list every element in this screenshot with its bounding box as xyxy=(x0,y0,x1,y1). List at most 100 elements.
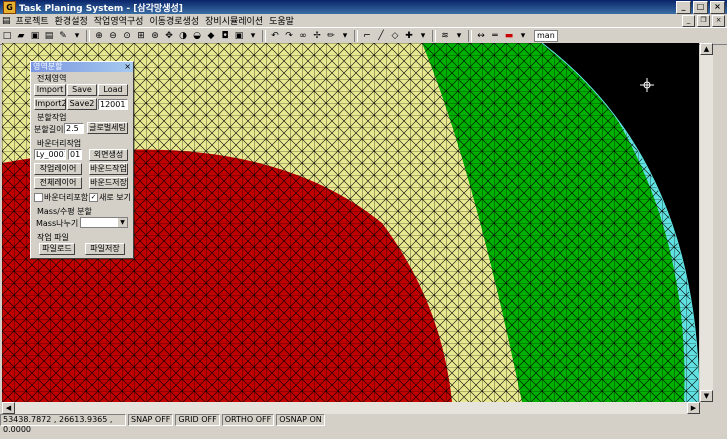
menu-project[interactable]: 프로젝트 xyxy=(13,14,52,27)
snap-toggle[interactable]: SNAP OFF xyxy=(128,414,174,426)
menu-workspace[interactable]: 작업영역구성 xyxy=(91,14,147,27)
mdi-close-button[interactable]: × xyxy=(712,15,725,27)
panel-close-icon[interactable]: × xyxy=(124,62,131,72)
panel-title: 영역분할 xyxy=(33,62,63,71)
section-total-label: 전체영역 xyxy=(37,74,67,83)
id-field[interactable]: 12001 xyxy=(98,99,128,110)
section-file-label: 작업 파일 xyxy=(37,233,69,242)
zoom-in-icon[interactable]: ⊕ xyxy=(93,30,105,42)
zoom-out-icon[interactable]: ⊖ xyxy=(107,30,119,42)
save2-button[interactable]: Save2 xyxy=(67,98,97,110)
boundary-include-label: 바운더리포함 xyxy=(44,193,89,202)
title-bar: G Task Planing System - [삼각망생성] _ □ × xyxy=(0,0,727,14)
pen-icon[interactable]: ✎ xyxy=(57,30,69,42)
box-icon[interactable]: ▣ xyxy=(233,30,245,42)
layer-number-input[interactable]: 01 xyxy=(68,149,82,160)
crosshair-cursor xyxy=(640,78,654,92)
split-length-input[interactable]: 2.5 xyxy=(64,123,84,134)
work-layer-button[interactable]: 작업레이어 xyxy=(34,163,82,175)
grid-toggle[interactable]: GRID OFF xyxy=(175,414,220,426)
undo-icon[interactable]: ↶ xyxy=(269,30,281,42)
layer-icon[interactable]: ≋ xyxy=(439,30,451,42)
doc-icon[interactable]: ▤ xyxy=(0,16,13,26)
scroll-up-icon[interactable]: ▲ xyxy=(700,43,713,55)
maximize-button[interactable]: □ xyxy=(693,1,708,14)
section-split-label: 분할작업 xyxy=(37,113,67,122)
mass-split-label: Mass나누기 xyxy=(36,219,79,228)
osnap-toggle[interactable]: OSNAP ON xyxy=(276,414,325,426)
menu-path[interactable]: 이동경로생성 xyxy=(146,14,202,27)
mdi-restore-button[interactable]: ❐ xyxy=(697,15,710,27)
face-create-button[interactable]: 외면생성 xyxy=(89,149,128,161)
line-icon[interactable]: ╱ xyxy=(375,30,387,42)
pencil-icon[interactable]: ✏ xyxy=(325,30,337,42)
vertical-scrollbar[interactable]: ▲ ▼ xyxy=(700,43,713,402)
man-button[interactable]: man xyxy=(534,30,558,42)
menu-help[interactable]: 도움말 xyxy=(266,14,297,27)
dropdown2-icon[interactable]: ▾ xyxy=(247,30,259,42)
region-split-panel: 영역분할 × 전체영역 Import Save Load Import2 Sav… xyxy=(30,61,134,259)
link-icon[interactable]: ∞ xyxy=(297,30,309,42)
cube-icon[interactable]: ◘ xyxy=(219,30,231,42)
shade-icon[interactable]: ◒ xyxy=(191,30,203,42)
dropdown4-icon[interactable]: ▾ xyxy=(417,30,429,42)
redo-icon[interactable]: ↷ xyxy=(283,30,295,42)
minimize-button[interactable]: _ xyxy=(676,1,691,14)
zoom-all-icon[interactable]: ⊛ xyxy=(149,30,161,42)
boundary-work-button[interactable]: 바운드작업 xyxy=(89,163,128,175)
polyline-icon[interactable]: ⌐ xyxy=(361,30,373,42)
new-view-checkbox[interactable]: ✓ xyxy=(89,193,98,202)
menu-bar: ▤ 프로젝트 환경설정 작업영역구성 이동경로생성 장비시뮬레이션 도움말 _ … xyxy=(0,14,727,27)
move-icon[interactable]: ✢ xyxy=(311,30,323,42)
load-button[interactable]: Load xyxy=(98,84,128,96)
pan-icon[interactable]: ✥ xyxy=(163,30,175,42)
import2-button[interactable]: Import2 xyxy=(34,98,67,110)
section-mass-label: Mass/수평 분할 xyxy=(37,207,92,216)
new-file-icon[interactable]: □ xyxy=(1,30,13,42)
cross-icon[interactable]: ✚ xyxy=(403,30,415,42)
horizontal-scrollbar[interactable]: ◀ ▶ xyxy=(2,402,700,414)
boundary-save-button[interactable]: 바운드저장 xyxy=(89,177,128,189)
menu-simulation[interactable]: 장비시뮬레이션 xyxy=(202,14,266,27)
total-layer-button[interactable]: 전체레이어 xyxy=(34,177,82,189)
mass-split-select[interactable]: ▼ xyxy=(80,217,128,228)
status-bar: 53438.7872 , 26613.9365 , 0.0000 SNAP OF… xyxy=(0,414,727,434)
scroll-left-icon[interactable]: ◀ xyxy=(2,402,15,414)
dropdown-icon[interactable]: ▾ xyxy=(71,30,83,42)
scroll-down-icon[interactable]: ▼ xyxy=(700,390,713,402)
scroll-right-icon[interactable]: ▶ xyxy=(687,402,700,414)
new-view-label: 새로 보기 xyxy=(99,193,131,202)
chevron-down-icon[interactable]: ▼ xyxy=(118,218,127,227)
dropdown5-icon[interactable]: ▾ xyxy=(453,30,465,42)
app-icon: G xyxy=(3,0,16,14)
print-icon[interactable]: ▤ xyxy=(43,30,55,42)
layer-name-input[interactable]: Ly_0001 xyxy=(34,149,66,160)
window-title: Task Planing System - [삼각망생성] xyxy=(19,3,183,14)
boundary-include-checkbox[interactable] xyxy=(34,193,43,202)
dimension-icon[interactable]: ↔ xyxy=(475,30,487,42)
panel-title-bar[interactable]: 영역분할 × xyxy=(31,62,133,72)
zoom-window-icon[interactable]: ⊙ xyxy=(121,30,133,42)
global-settings-button[interactable]: 글로벌세팅 xyxy=(87,122,128,134)
coordinate-readout: 53438.7872 , 26613.9365 , 0.0000 xyxy=(0,414,126,434)
mdi-minimize-button[interactable]: _ xyxy=(682,15,695,27)
close-button[interactable]: × xyxy=(710,1,725,14)
save-button[interactable]: Save xyxy=(67,84,97,96)
file-save-button[interactable]: 파일저장 xyxy=(85,243,125,255)
measure-icon[interactable]: ═ xyxy=(489,30,501,42)
mesh-canvas[interactable]: 영역분할 × 전체영역 Import Save Load Import2 Sav… xyxy=(2,43,699,402)
ortho-toggle[interactable]: ORTHO OFF xyxy=(221,414,275,426)
open-folder-icon[interactable]: ▰ xyxy=(15,30,27,42)
menu-settings[interactable]: 환경설정 xyxy=(52,14,91,27)
file-load-button[interactable]: 파일로드 xyxy=(39,243,75,255)
split-length-label: 분할길이 xyxy=(34,125,64,134)
palette-icon[interactable]: ▬ xyxy=(503,30,515,42)
zoom-extents-icon[interactable]: ⊞ xyxy=(135,30,147,42)
import-button[interactable]: Import xyxy=(34,84,66,96)
shape-icon[interactable]: ◇ xyxy=(389,30,401,42)
view-icon[interactable]: ◑ xyxy=(177,30,189,42)
render-icon[interactable]: ◆ xyxy=(205,30,217,42)
dropdown3-icon[interactable]: ▾ xyxy=(339,30,351,42)
dropdown6-icon[interactable]: ▾ xyxy=(517,30,529,42)
save-icon[interactable]: ▣ xyxy=(29,30,41,42)
